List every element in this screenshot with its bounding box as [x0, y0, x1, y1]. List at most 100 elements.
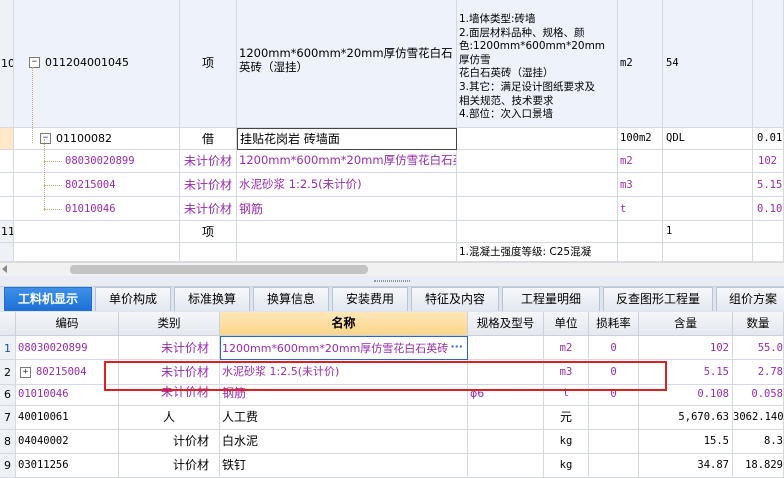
row-number: 1 [0, 336, 16, 360]
tab-features-content[interactable]: 特征及内容 [411, 287, 499, 311]
column-header-category[interactable]: 类别 [119, 312, 220, 336]
column-header-spec[interactable]: 规格及型号 [468, 312, 544, 336]
features-cell[interactable] [457, 173, 618, 197]
quantity-cell[interactable]: 18.829 [733, 454, 784, 478]
tab-unit-price-composition[interactable]: 单价构成 [95, 287, 171, 311]
tab-installation-fee[interactable]: 安装费用 [332, 287, 408, 311]
spec-cell[interactable] [468, 454, 544, 478]
tab-quantity-details[interactable]: 工程量明细 [502, 287, 600, 311]
content-cell[interactable]: 15.5 [639, 430, 733, 454]
qty-cell[interactable] [753, 0, 784, 128]
quantity-cell[interactable]: 55.0 [733, 336, 784, 360]
tab-labor-material-display[interactable]: 工料机显示 [4, 287, 92, 311]
code-cell[interactable]: 08030020899 [16, 336, 119, 360]
spec-cell[interactable] [468, 406, 544, 430]
qty-expr-cell[interactable] [663, 197, 753, 221]
table-row-cell-code[interactable] [14, 243, 180, 262]
qty-expr-cell[interactable] [663, 243, 753, 262]
quantity-cell[interactable]: 3062.140 [733, 406, 784, 430]
table-row-cell-code[interactable]: − 01100082 [14, 128, 180, 150]
name-cell[interactable]: 铁钉 [220, 454, 468, 478]
quantity-cell[interactable]: 2.78 [733, 360, 784, 385]
category-cell[interactable]: 人 [119, 406, 220, 430]
qty-cell[interactable]: 0.01 [753, 128, 784, 150]
column-header-loss-rate[interactable]: 损耗率 [589, 312, 639, 336]
name-cell[interactable]: 1200mm*600mm*20mm厚仿雪花白石英砖（湿挂） [237, 0, 457, 128]
name-cell[interactable]: 水泥砂浆 1:2.5(未计价) [237, 173, 457, 197]
content-cell[interactable]: 34.87 [639, 454, 733, 478]
horizontal-scrollbar[interactable] [0, 262, 784, 276]
name-cell[interactable]: 1200mm*600mm*20mm厚仿雪花白石英砖 [237, 150, 457, 173]
column-header-content[interactable]: 含量 [639, 312, 733, 336]
qty-expr-cell[interactable]: QDL [663, 128, 753, 150]
table-row-cell-code[interactable] [14, 221, 180, 243]
scrollbar-thumb[interactable] [70, 265, 368, 274]
qty-cell[interactable]: 102 [753, 150, 784, 173]
panel-splitter[interactable] [0, 276, 784, 287]
features-cell[interactable] [457, 197, 618, 221]
scroll-left-arrow-icon[interactable] [2, 265, 7, 273]
unit-cell[interactable]: m2 [544, 336, 589, 360]
loss-rate-cell[interactable] [589, 430, 639, 454]
loss-rate-cell[interactable] [589, 454, 639, 478]
column-header-code[interactable]: 编码 [16, 312, 119, 336]
name-input[interactable]: 1200mm*600mm*20mm厚仿雪花白石英砖 ··· [220, 336, 468, 360]
name-cell[interactable] [237, 243, 457, 262]
qty-cell[interactable]: 0.108 [753, 197, 784, 221]
tab-standard-conversion[interactable]: 标准换算 [174, 287, 250, 311]
spec-cell[interactable] [468, 336, 544, 360]
qty-expr-cell[interactable]: 54 [663, 0, 753, 128]
features-cell[interactable]: 1.混凝土强度等级: C25混凝 [457, 243, 618, 262]
category-cell[interactable]: 计价材 [119, 454, 220, 478]
column-header-unit[interactable]: 单位 [544, 312, 589, 336]
qty-expr-cell[interactable] [663, 173, 753, 197]
code-cell[interactable]: 40010061 [16, 406, 119, 430]
table-row-cell-code[interactable]: 01010046 [14, 197, 180, 221]
loss-rate-cell[interactable] [589, 406, 639, 430]
collapse-icon[interactable]: − [40, 133, 51, 144]
qty-cell[interactable] [753, 243, 784, 262]
column-header-quantity[interactable]: 数量 [733, 312, 784, 336]
features-cell[interactable] [457, 221, 618, 243]
row-number: 6 [0, 385, 16, 406]
loss-rate-cell[interactable]: 0 [589, 336, 639, 360]
tab-conversion-info[interactable]: 换算信息 [253, 287, 329, 311]
qty-expr-cell[interactable]: 1 [663, 221, 753, 243]
unit-cell: 100m2 [618, 128, 663, 150]
unit-cell[interactable]: 元 [544, 406, 589, 430]
column-header-name[interactable]: 名称 [220, 312, 468, 336]
unit-cell[interactable]: kg [544, 430, 589, 454]
name-cell[interactable]: 钢筋 [237, 197, 457, 221]
category-cell[interactable]: 计价材 [119, 430, 220, 454]
qty-expr-cell[interactable] [663, 150, 753, 173]
name-cell[interactable]: 人工费 [220, 406, 468, 430]
unit-cell[interactable]: kg [544, 454, 589, 478]
quantity-cell[interactable]: 8.3 [733, 430, 784, 454]
collapse-icon[interactable]: − [29, 57, 40, 68]
quantity-cell[interactable]: 0.058 [733, 385, 784, 406]
row-number: 7 [0, 406, 16, 430]
expand-icon[interactable]: + [20, 367, 31, 378]
content-cell[interactable]: 5,670.63 [639, 406, 733, 430]
name-cell[interactable]: 白水泥 [220, 430, 468, 454]
row-number: 2 [0, 360, 16, 385]
code-cell[interactable]: 04040002 [16, 430, 119, 454]
qty-cell[interactable] [753, 221, 784, 243]
table-row-cell-code[interactable]: 80215004 [14, 173, 180, 197]
table-row-cell-code[interactable]: 08030020899 [14, 150, 180, 173]
table-row-cell-code[interactable]: − 011204001045 [14, 0, 180, 128]
tab-pricing-scheme[interactable]: 组价方案 [716, 287, 784, 311]
features-cell[interactable] [457, 128, 618, 150]
more-options-icon[interactable]: ··· [450, 340, 463, 353]
unit-cell [618, 243, 663, 262]
category-cell[interactable]: 未计价材 [119, 336, 220, 360]
spec-cell[interactable] [468, 430, 544, 454]
content-cell[interactable]: 102 [639, 336, 733, 360]
features-cell[interactable] [457, 150, 618, 173]
qty-cell[interactable]: 5.15 [753, 173, 784, 197]
code-cell[interactable]: 03011256 [16, 454, 119, 478]
name-input[interactable]: 挂贴花岗岩 砖墙面 [237, 128, 457, 150]
tab-reverse-lookup-quantity[interactable]: 反查图形工程量 [603, 287, 713, 311]
features-cell[interactable]: 1.墙体类型:砖墙 2.面层材料品种、规格、颜 色:1200mm*600mm*2… [457, 0, 618, 128]
name-cell[interactable] [237, 221, 457, 243]
